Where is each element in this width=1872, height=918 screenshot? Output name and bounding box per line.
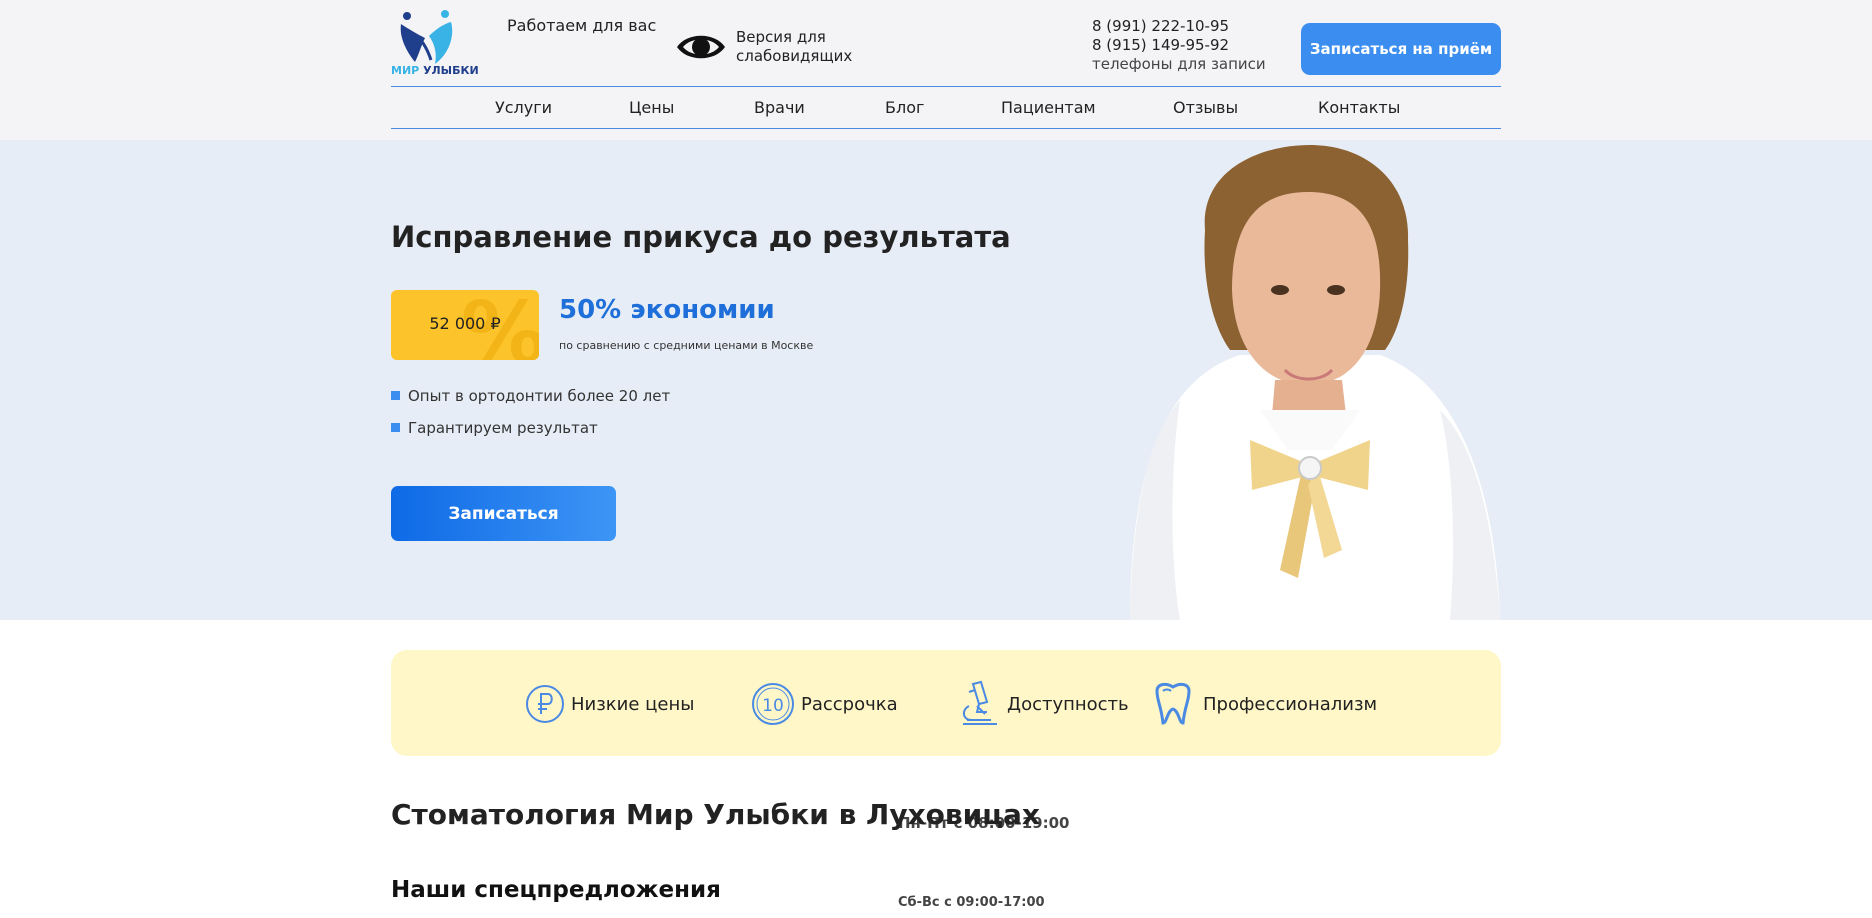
nav-item-patients[interactable]: Пациентам — [1001, 98, 1096, 117]
hero-bullet: Опыт в ортодонтии более 20 лет — [391, 387, 670, 405]
nav-item-services[interactable]: Услуги — [495, 98, 552, 117]
nav-item-doctors[interactable]: Врачи — [754, 98, 805, 117]
doctor-photo — [1130, 145, 1500, 620]
nav-item-contacts[interactable]: Контакты — [1318, 98, 1400, 117]
feature-label: Рассрочка — [801, 693, 898, 715]
logo-word-1: МИР — [391, 64, 420, 77]
phones-note: телефоны для записи — [1092, 55, 1266, 73]
book-appointment-button[interactable]: Записаться на приём — [1301, 23, 1501, 75]
phones-block: 8 (991) 222-10-95 8 (915) 149-95-92 теле… — [1092, 17, 1266, 74]
microscope-icon — [963, 680, 997, 725]
bullet-text: Опыт в ортодонтии более 20 лет — [408, 387, 671, 405]
feature-label: Доступность — [1007, 693, 1129, 715]
hero-title: Исправление прикуса до результата — [391, 220, 1011, 254]
bullet-square-icon — [391, 423, 400, 432]
price-value: 52 000 ₽ — [429, 314, 501, 333]
hours-weekend: Сб-Вс с 09:00-17:00 — [898, 895, 1045, 910]
phone-2[interactable]: 8 (915) 149-95-92 — [1092, 36, 1266, 55]
main-nav: Услуги Цены Врачи Блог Пациентам Отзывы … — [391, 87, 1501, 129]
feature-label: Профессионализм — [1203, 693, 1378, 715]
working-hours: Работаем для вас Пн-Пт с 08:00-19:00 Сб-… — [507, 16, 1069, 910]
feature-installments: 10 Рассрочка — [751, 682, 898, 726]
logo-word-2: УЛЫБКИ — [423, 64, 479, 77]
nav-item-reviews[interactable]: Отзывы — [1173, 98, 1238, 117]
vision-line-2: слабовидящих — [736, 47, 853, 65]
vision-line-1: Версия для — [736, 28, 826, 46]
ruble-icon — [526, 685, 564, 723]
offers-title: Наши спецпредложения — [391, 877, 721, 903]
feature-professionalism: Профессионализм — [1149, 682, 1377, 726]
eye-icon[interactable] — [675, 26, 727, 68]
hero-signup-button[interactable]: Записаться — [391, 486, 616, 541]
coin-text: 10 — [762, 696, 784, 716]
price-badge: % 52 000 ₽ — [391, 290, 539, 360]
hours-title: Работаем для вас — [507, 16, 657, 35]
hero-bullet: Гарантируем результат — [391, 419, 598, 437]
feature-accessibility: Доступность — [957, 680, 1129, 726]
logo-text[interactable]: МИР УЛЫБКИ — [391, 64, 479, 77]
site-header: МИР УЛЫБКИ Работаем для вас Пн-Пт с 08:0… — [391, 0, 1501, 910]
ten-coin-icon: 10 — [752, 683, 794, 725]
feature-low-prices: Низкие цены — [525, 682, 694, 726]
savings-subtitle: по сравнению с средними ценами в Москве — [559, 339, 814, 352]
features-panel: Низкие цены 10 Рассрочка Доступность Про… — [391, 650, 1501, 756]
hero-banner: Исправление прикуса до результата % 52 0… — [0, 140, 1872, 620]
low-vision-link[interactable]: Версия для слабовидящих — [736, 28, 852, 66]
savings-title: 50% экономии — [559, 295, 775, 325]
tooth-icon — [1155, 682, 1191, 725]
nav-item-blog[interactable]: Блог — [885, 98, 924, 117]
nav-item-prices[interactable]: Цены — [629, 98, 674, 117]
phone-1[interactable]: 8 (991) 222-10-95 — [1092, 17, 1266, 36]
bullet-square-icon — [391, 391, 400, 400]
top-bar: МИР УЛЫБКИ Работаем для вас Пн-Пт с 08:0… — [0, 0, 1872, 910]
clinic-title: Стоматология Мир Улыбки в Луховицах — [391, 798, 1040, 831]
feature-label: Низкие цены — [571, 693, 695, 715]
bullet-text: Гарантируем результат — [408, 419, 598, 437]
